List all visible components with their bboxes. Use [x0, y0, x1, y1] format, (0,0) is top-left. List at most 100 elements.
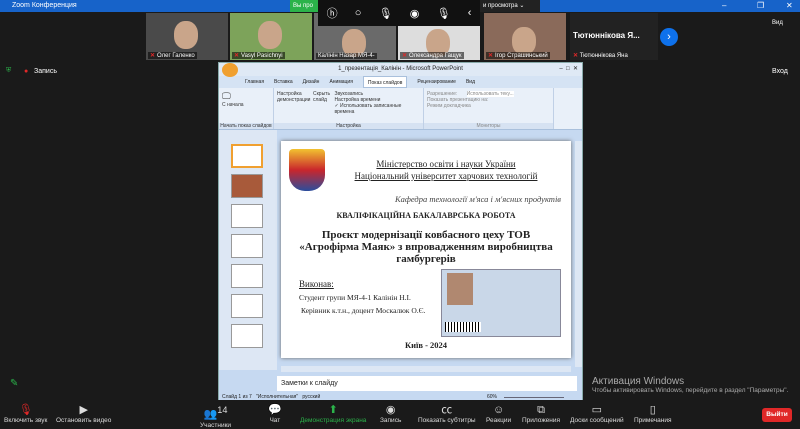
- slide-student: Студент групи МЯ-4-1 Калінін Н.І.: [299, 293, 411, 302]
- reactions-button[interactable]: ☺ Реакции: [486, 403, 511, 424]
- tab-animation[interactable]: Анимация: [329, 76, 352, 88]
- participants-button[interactable]: 👥14 Участники: [200, 403, 231, 429]
- window-title: Zoom Конференция: [12, 2, 77, 9]
- participant-video: [258, 21, 282, 49]
- annotate-icon[interactable]: ✎: [10, 378, 18, 389]
- muted-icon: ✕: [150, 53, 156, 59]
- use-timings-checkbox[interactable]: Использовать записанные времена: [334, 103, 401, 115]
- slideshow-icon: 🖵: [222, 91, 231, 101]
- participant-name: Ігор Страшинський: [495, 53, 548, 59]
- microphone-icon[interactable]: 🎙: [379, 7, 393, 20]
- record-button[interactable]: ◉ Запись: [380, 403, 401, 424]
- close-button[interactable]: ✕: [786, 0, 793, 12]
- university-logo: [289, 149, 325, 191]
- slide-thumbnail[interactable]: [231, 204, 263, 228]
- group-monitors: Разрешение: Использовать теку... Показат…: [424, 88, 554, 129]
- tab-design[interactable]: Дизайн: [303, 76, 320, 88]
- enter-button[interactable]: Вход: [772, 68, 788, 75]
- whiteboards-label: Доски сообщений: [570, 417, 624, 424]
- cc-icon: ㏄: [441, 404, 453, 416]
- captions-label: Показать субтитры: [418, 417, 476, 424]
- share-label: Демонстрация экрана: [300, 417, 367, 424]
- slide-department: Кафедра технології м'яса і м'ясних проду…: [394, 194, 561, 204]
- chat-icon: 💬: [268, 404, 282, 416]
- horizontal-scrollbar[interactable]: [281, 366, 571, 372]
- chat-button[interactable]: 💬 Чат: [268, 403, 282, 424]
- tab-review[interactable]: Рецензирование: [417, 76, 456, 88]
- participant-name-large: Тютюннікова Я...: [573, 31, 640, 40]
- minimize-button[interactable]: –: [722, 0, 726, 12]
- notes-icon: ▯: [649, 404, 656, 416]
- vertical-scrollbar[interactable]: [575, 141, 582, 367]
- shield-icon[interactable]: ⛨: [6, 67, 11, 75]
- setup-show-button[interactable]: Настройка демонстрации: [277, 91, 310, 115]
- student-photo: [447, 273, 473, 305]
- student-id-card: [441, 269, 561, 337]
- slide-done-by: Виконав:: [299, 279, 334, 289]
- from-start-button[interactable]: С начала: [222, 102, 270, 108]
- tab-insert[interactable]: Вставка: [274, 76, 293, 88]
- slide-thumbnail[interactable]: [231, 174, 263, 198]
- activation-title: Активация Windows: [592, 376, 685, 387]
- slide-thumbnail[interactable]: [231, 234, 263, 258]
- view-button[interactable]: Вид: [772, 20, 783, 26]
- record-dot-icon[interactable]: ◉: [410, 7, 420, 20]
- chevron-left-icon[interactable]: ‹: [468, 7, 472, 19]
- participant-video: [512, 27, 536, 55]
- recording-label: Запись: [34, 68, 57, 75]
- notes-label: Примечания: [634, 417, 672, 424]
- reactions-icon: ☺: [492, 404, 505, 416]
- hp-audio-overlay: ⓗ ○ 🎙 ◉ 🎙 ‹: [318, 0, 480, 26]
- slide-work-type: КВАЛІФІКАЦІЙНА БАКАЛАВРСЬКА РОБОТА: [336, 211, 516, 220]
- circle-icon[interactable]: ○: [355, 7, 362, 19]
- slides-pane: [219, 130, 277, 370]
- office-button[interactable]: [222, 63, 238, 77]
- whiteboards-button[interactable]: ▭ Доски сообщений: [570, 403, 624, 424]
- video-tile[interactable]: ✕ Олег Галенко: [146, 13, 228, 60]
- participant-name: Vasyl Pasichnyi: [241, 53, 283, 59]
- unmute-button[interactable]: 🎙 Включить звук: [4, 403, 47, 424]
- ribbon-tabs: Главная Вставка Дизайн Анимация Показ сл…: [219, 76, 582, 88]
- share-screen-button[interactable]: ⬆ Демонстрация экрана: [300, 403, 366, 424]
- leave-button[interactable]: Выйти: [762, 408, 792, 422]
- notes-field[interactable]: Заметки к слайду: [277, 376, 577, 391]
- slide-city-year: Київ - 2024: [404, 340, 448, 350]
- muted-icon: ✕: [573, 53, 579, 59]
- captions-button[interactable]: ㏄ Показать субтитры: [418, 403, 476, 424]
- participant-name: Калінін Назар МЯ-4-: [318, 53, 375, 59]
- ppt-titlebar: 1_презентація_Калінін - Microsoft PowerP…: [219, 63, 582, 77]
- presenter-view-checkbox[interactable]: Режим докладчика: [427, 103, 550, 109]
- view-options-dropdown[interactable]: и просмотра ⌄: [480, 0, 540, 12]
- slide-thumbnail[interactable]: [231, 144, 263, 168]
- ppt-window-controls[interactable]: – □ ✕: [559, 63, 578, 76]
- sharing-banner[interactable]: Вы про: [290, 0, 320, 12]
- next-page-button[interactable]: ›: [660, 28, 678, 46]
- muted-microphone-icon: 🎙: [18, 404, 33, 416]
- apps-button[interactable]: ⧉ Приложения: [522, 403, 560, 424]
- slide-canvas[interactable]: Міністерство освіти і науки України Наці…: [281, 141, 571, 358]
- muted-icon: ✕: [488, 53, 494, 59]
- video-tile[interactable]: ✕ Vasyl Pasichnyi: [230, 13, 312, 60]
- slide-thumbnail[interactable]: [231, 264, 263, 288]
- hide-slide-button[interactable]: Скрыть слайд: [313, 91, 330, 115]
- name-only-tile[interactable]: Тютюннікова Я... ✕ Тютюннікова Яна: [570, 13, 658, 60]
- video-camera-icon: ▶: [79, 404, 88, 416]
- participant-name: Олег Галенко: [157, 53, 195, 59]
- chat-label: Чат: [269, 417, 281, 424]
- notes-button[interactable]: ▯ Примечания: [634, 403, 672, 424]
- group-start: 🖵 С начала Начать показ слайдов: [219, 88, 274, 129]
- maximize-button[interactable]: ❐: [757, 0, 764, 12]
- group-setup: Настройка демонстрации Скрыть слайд Звук…: [274, 88, 424, 129]
- slide-thumbnail[interactable]: [231, 324, 263, 348]
- apps-label: Приложения: [522, 417, 561, 424]
- tab-view[interactable]: Вид: [466, 76, 475, 88]
- tab-home[interactable]: Главная: [245, 76, 264, 88]
- slide-thumbnail[interactable]: [231, 294, 263, 318]
- tab-slideshow[interactable]: Показ слайдов: [362, 76, 408, 88]
- zoom-slider[interactable]: [504, 397, 564, 398]
- ribbon: 🖵 С начала Начать показ слайдов Настройк…: [219, 88, 582, 130]
- microphone-wave-icon[interactable]: 🎙: [437, 7, 451, 20]
- stop-video-button[interactable]: ▶ Остановить видео: [56, 403, 111, 424]
- video-tile[interactable]: ✕ Ігор Страшинський: [484, 13, 566, 60]
- group-label: Начать показ слайдов: [219, 123, 273, 129]
